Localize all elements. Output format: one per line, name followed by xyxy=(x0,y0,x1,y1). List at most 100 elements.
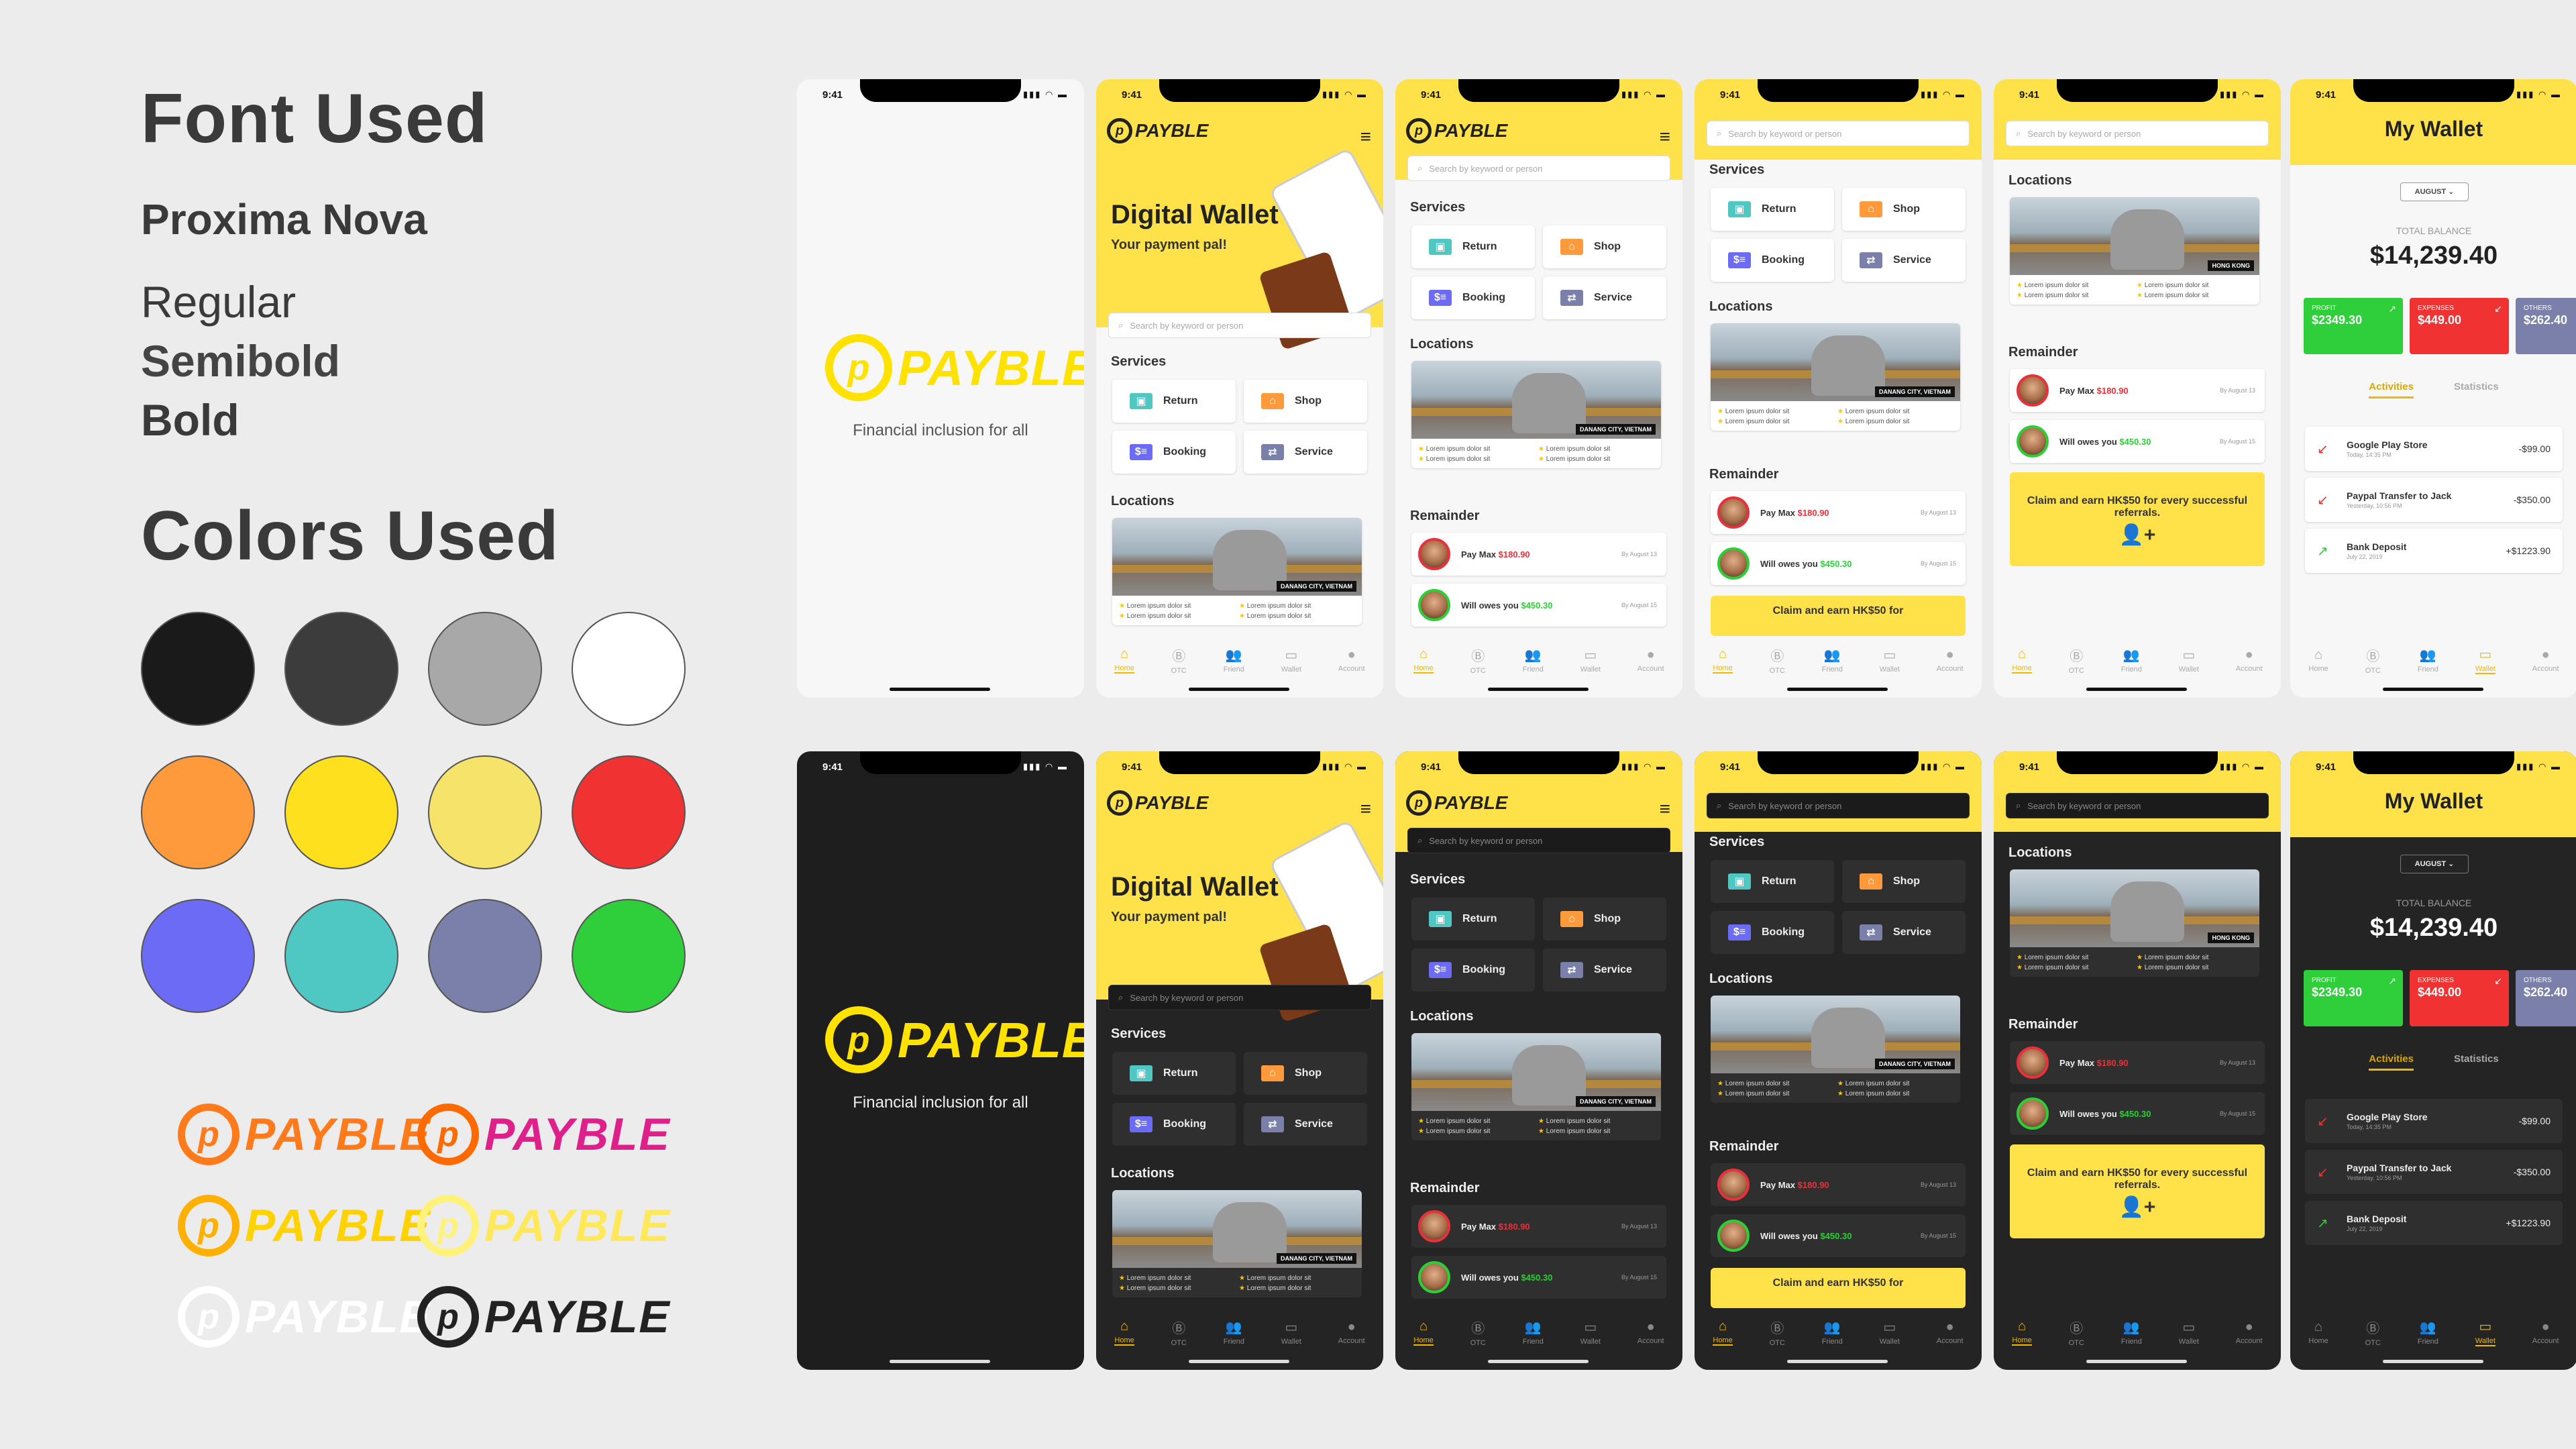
tab-friend[interactable]: 👥 Friend xyxy=(1523,1319,1544,1346)
service-booking-button[interactable]: $≡ Booking xyxy=(1711,911,1834,954)
search-input[interactable]: ⌕ Search by keyword or person xyxy=(1108,313,1371,338)
activity-row[interactable]: ↗ Bank Deposit July 22, 2019 +$1223.90 xyxy=(2305,1201,2563,1245)
tab-wallet[interactable]: ▭ Wallet xyxy=(1880,647,1900,674)
reminder-item[interactable]: Pay Max $180.90 By August 13 xyxy=(1711,1163,1966,1206)
service-service-button[interactable]: ⇄ Service xyxy=(1543,949,1666,991)
tab-home[interactable]: ⌂ Home xyxy=(1713,647,1733,674)
reminder-item[interactable]: Pay Max $180.90 By August 13 xyxy=(1411,533,1666,576)
service-shop-button[interactable]: ⌂ Shop xyxy=(1244,1052,1367,1095)
tab-home[interactable]: ⌂ Home xyxy=(1114,1319,1134,1346)
location-card[interactable]: DANANG CITY, VIETNAM ★ Lorem ipsum dolor … xyxy=(1711,323,1960,431)
wallet-card-profit[interactable]: PROFIT $2349.30 ↗ xyxy=(2304,298,2403,354)
location-card[interactable]: DANANG CITY, VIETNAM ★ Lorem ipsum dolor … xyxy=(1112,1190,1362,1297)
wallet-card-expenses[interactable]: EXPENSES $449.00 ↙ xyxy=(2410,970,2509,1026)
tab-wallet[interactable]: ▭ Wallet xyxy=(2475,646,2496,674)
tab-otc[interactable]: Ⓑ OTC xyxy=(1470,645,1486,675)
tab-home[interactable]: ⌂ Home xyxy=(1713,1319,1733,1346)
wallet-card-others[interactable]: OTHERS $262.40 xyxy=(2516,970,2576,1026)
tab-otc[interactable]: Ⓑ OTC xyxy=(2365,1318,2381,1347)
tab-account[interactable]: ● Account xyxy=(2236,647,2263,673)
tab-home[interactable]: ⌂ Home xyxy=(1114,647,1134,674)
service-booking-button[interactable]: $≡ Booking xyxy=(1411,276,1535,319)
service-return-button[interactable]: ▣ Return xyxy=(1711,860,1834,903)
tab-home[interactable]: ⌂ Home xyxy=(1413,1319,1434,1346)
service-service-button[interactable]: ⇄ Service xyxy=(1244,1103,1367,1146)
tab-friend[interactable]: 👥 Friend xyxy=(1523,647,1544,674)
tab-account[interactable]: ● Account xyxy=(1338,647,1365,673)
reminder-item[interactable]: Will owes you $450.30 By August 15 xyxy=(1411,1256,1666,1299)
tab-wallet[interactable]: ▭ Wallet xyxy=(1880,1319,1900,1346)
service-return-button[interactable]: ▣ Return xyxy=(1112,380,1236,423)
service-booking-button[interactable]: $≡ Booking xyxy=(1411,949,1535,991)
tab-account[interactable]: ● Account xyxy=(2236,1320,2263,1345)
tab-friend[interactable]: 👥 Friend xyxy=(1822,1319,1843,1346)
wallet-card-expenses[interactable]: EXPENSES $449.00 ↙ xyxy=(2410,298,2509,354)
promo-banner[interactable]: Claim and earn HK$50 for every successfu… xyxy=(2010,1144,2265,1238)
tab-otc[interactable]: Ⓑ OTC xyxy=(1770,645,1785,675)
service-service-button[interactable]: ⇄ Service xyxy=(1543,276,1666,319)
promo-banner[interactable]: Claim and earn HK$50 for every successfu… xyxy=(2010,472,2265,566)
tab-home[interactable]: ⌂ Home xyxy=(2012,1319,2032,1346)
search-input[interactable]: ⌕ Search by keyword or person xyxy=(1407,156,1670,181)
location-card[interactable]: DANANG CITY, VIETNAM ★ Lorem ipsum dolor … xyxy=(1711,996,1960,1103)
wallet-card-profit[interactable]: PROFIT $2349.30 ↗ xyxy=(2304,970,2403,1026)
service-booking-button[interactable]: $≡ Booking xyxy=(1711,239,1834,282)
tab-account[interactable]: ● Account xyxy=(1338,1320,1365,1345)
tab-otc[interactable]: Ⓑ OTC xyxy=(2069,1318,2084,1347)
search-input[interactable]: ⌕ Search by keyword or person xyxy=(1707,121,1970,146)
tab-otc[interactable]: Ⓑ OTC xyxy=(2365,645,2381,675)
location-card[interactable]: DANANG CITY, VIETNAM ★ Lorem ipsum dolor … xyxy=(1411,361,1661,468)
search-input[interactable]: ⌕ Search by keyword or person xyxy=(1108,985,1371,1010)
tab-account[interactable]: ● Account xyxy=(1638,1320,1664,1345)
activity-row[interactable]: ↙ Paypal Transfer to Jack Yesterday, 10:56… xyxy=(2305,478,2563,522)
tab-activities[interactable]: Activities xyxy=(2369,1053,2414,1071)
reminder-item[interactable]: Will owes you $450.30 By August 15 xyxy=(1411,584,1666,627)
reminder-item[interactable]: Pay Max $180.90 By August 13 xyxy=(2010,1041,2265,1084)
service-shop-button[interactable]: ⌂ Shop xyxy=(1543,225,1666,268)
wallet-card-others[interactable]: OTHERS $262.40 xyxy=(2516,298,2576,354)
service-return-button[interactable]: ▣ Return xyxy=(1112,1052,1236,1095)
tab-otc[interactable]: Ⓑ OTC xyxy=(2069,645,2084,675)
search-input[interactable]: ⌕ Search by keyword or person xyxy=(1707,793,1970,818)
tab-friend[interactable]: 👥 Friend xyxy=(1822,647,1843,674)
tab-wallet[interactable]: ▭ Wallet xyxy=(1580,647,1601,674)
tab-friend[interactable]: 👥 Friend xyxy=(1224,1319,1244,1346)
promo-banner[interactable]: Claim and earn HK$50 for xyxy=(1711,1268,1966,1308)
tab-otc[interactable]: Ⓑ OTC xyxy=(1470,1318,1486,1347)
activity-row[interactable]: ↙ Google Play Store Today, 14:35 PM -$99.00 xyxy=(2305,1099,2563,1143)
service-shop-button[interactable]: ⌂ Shop xyxy=(1842,860,1966,903)
search-input[interactable]: ⌕ Search by keyword or person xyxy=(2006,793,2269,818)
reminder-item[interactable]: Pay Max $180.90 By August 13 xyxy=(2010,369,2265,412)
menu-icon[interactable]: ≡ xyxy=(1360,126,1371,148)
location-card[interactable]: HONG KONG ★ Lorem ipsum dolor sit ★ Lorem … xyxy=(2010,197,2259,305)
service-return-button[interactable]: ▣ Return xyxy=(1411,898,1535,941)
tab-account[interactable]: ● Account xyxy=(1937,647,1964,673)
tab-friend[interactable]: 👥 Friend xyxy=(2418,647,2438,674)
tab-friend[interactable]: 👥 Friend xyxy=(1224,647,1244,674)
search-input[interactable]: ⌕ Search by keyword or person xyxy=(1407,828,1670,853)
tab-friend[interactable]: 👥 Friend xyxy=(2121,647,2142,674)
reminder-item[interactable]: Pay Max $180.90 By August 13 xyxy=(1711,491,1966,534)
tab-wallet[interactable]: ▭ Wallet xyxy=(1281,647,1301,674)
tab-friend[interactable]: 👥 Friend xyxy=(2418,1319,2438,1346)
tab-home[interactable]: ⌂ Home xyxy=(2308,647,2328,673)
reminder-item[interactable]: Pay Max $180.90 By August 13 xyxy=(1411,1205,1666,1248)
location-card[interactable]: DANANG CITY, VIETNAM ★ Lorem ipsum dolor … xyxy=(1411,1033,1661,1140)
tab-wallet[interactable]: ▭ Wallet xyxy=(1281,1319,1301,1346)
menu-icon[interactable]: ≡ xyxy=(1660,798,1670,820)
tab-wallet[interactable]: ▭ Wallet xyxy=(1580,1319,1601,1346)
location-card[interactable]: DANANG CITY, VIETNAM ★ Lorem ipsum dolor … xyxy=(1112,518,1362,625)
reminder-item[interactable]: Will owes you $450.30 By August 15 xyxy=(2010,420,2265,463)
tab-home[interactable]: ⌂ Home xyxy=(2012,647,2032,674)
month-select[interactable]: AUGUST ⌄ xyxy=(2400,855,2469,873)
month-select[interactable]: AUGUST ⌄ xyxy=(2400,182,2469,201)
tab-home[interactable]: ⌂ Home xyxy=(2308,1320,2328,1345)
tab-account[interactable]: ● Account xyxy=(1937,1320,1964,1345)
tab-wallet[interactable]: ▭ Wallet xyxy=(2475,1318,2496,1346)
reminder-item[interactable]: Will owes you $450.30 By August 15 xyxy=(2010,1092,2265,1135)
activity-row[interactable]: ↙ Paypal Transfer to Jack Yesterday, 10:56… xyxy=(2305,1150,2563,1194)
activity-row[interactable]: ↙ Google Play Store Today, 14:35 PM -$99.00 xyxy=(2305,427,2563,471)
tab-otc[interactable]: Ⓑ OTC xyxy=(1171,1318,1187,1347)
menu-icon[interactable]: ≡ xyxy=(1360,798,1371,820)
service-service-button[interactable]: ⇄ Service xyxy=(1244,431,1367,474)
